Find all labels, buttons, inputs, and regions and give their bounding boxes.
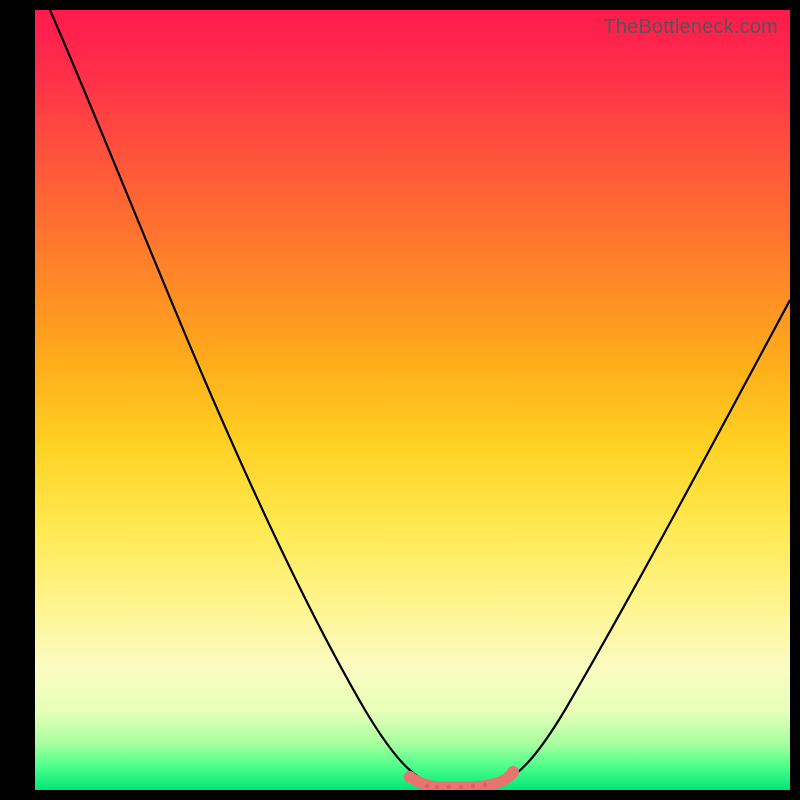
chart-container: TheBottleneck.com [0,0,800,800]
curve-path [50,10,790,784]
watermark-text: TheBottleneck.com [603,16,778,39]
valley-marker [404,766,519,789]
bottleneck-curve [35,10,790,790]
plot-area: TheBottleneck.com [35,10,790,790]
